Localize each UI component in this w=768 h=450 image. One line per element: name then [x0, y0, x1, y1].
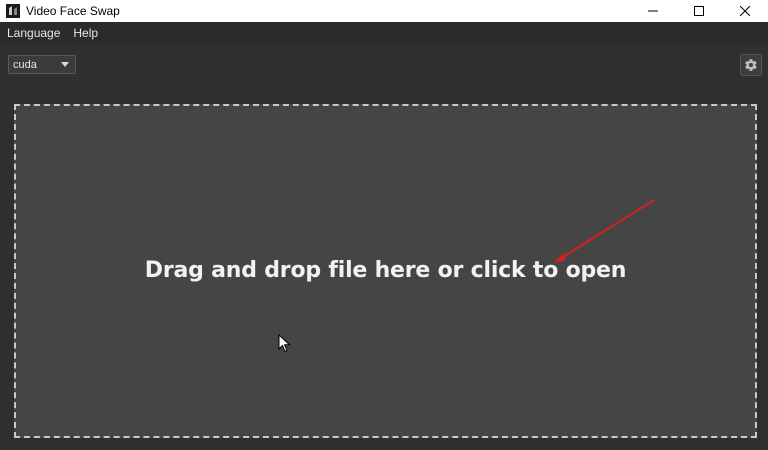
minimize-icon [648, 10, 658, 12]
window-controls [630, 0, 768, 22]
gear-icon [745, 59, 757, 71]
menu-bar: Language Help [0, 22, 768, 44]
menu-language[interactable]: Language [0, 22, 66, 44]
window-title: Video Face Swap [26, 4, 120, 18]
app-icon [6, 4, 20, 18]
annotation-arrow-icon [554, 199, 655, 263]
app-window: Video Face Swap Language Help cuda Drag … [0, 0, 768, 450]
minimize-button[interactable] [630, 0, 676, 22]
title-bar[interactable]: Video Face Swap [0, 0, 768, 22]
chevron-down-icon [57, 56, 73, 73]
mouse-cursor-icon [278, 333, 291, 353]
menu-help[interactable]: Help [66, 22, 104, 44]
device-select[interactable]: cuda [8, 55, 76, 74]
settings-button[interactable] [740, 54, 762, 76]
close-icon [740, 6, 750, 16]
device-select-value: cuda [13, 58, 37, 71]
close-button[interactable] [722, 0, 768, 22]
file-drop-zone[interactable]: Drag and drop file here or click to open [14, 104, 757, 438]
maximize-button[interactable] [676, 0, 722, 22]
toolbar: cuda [0, 44, 768, 86]
maximize-icon [694, 6, 704, 16]
